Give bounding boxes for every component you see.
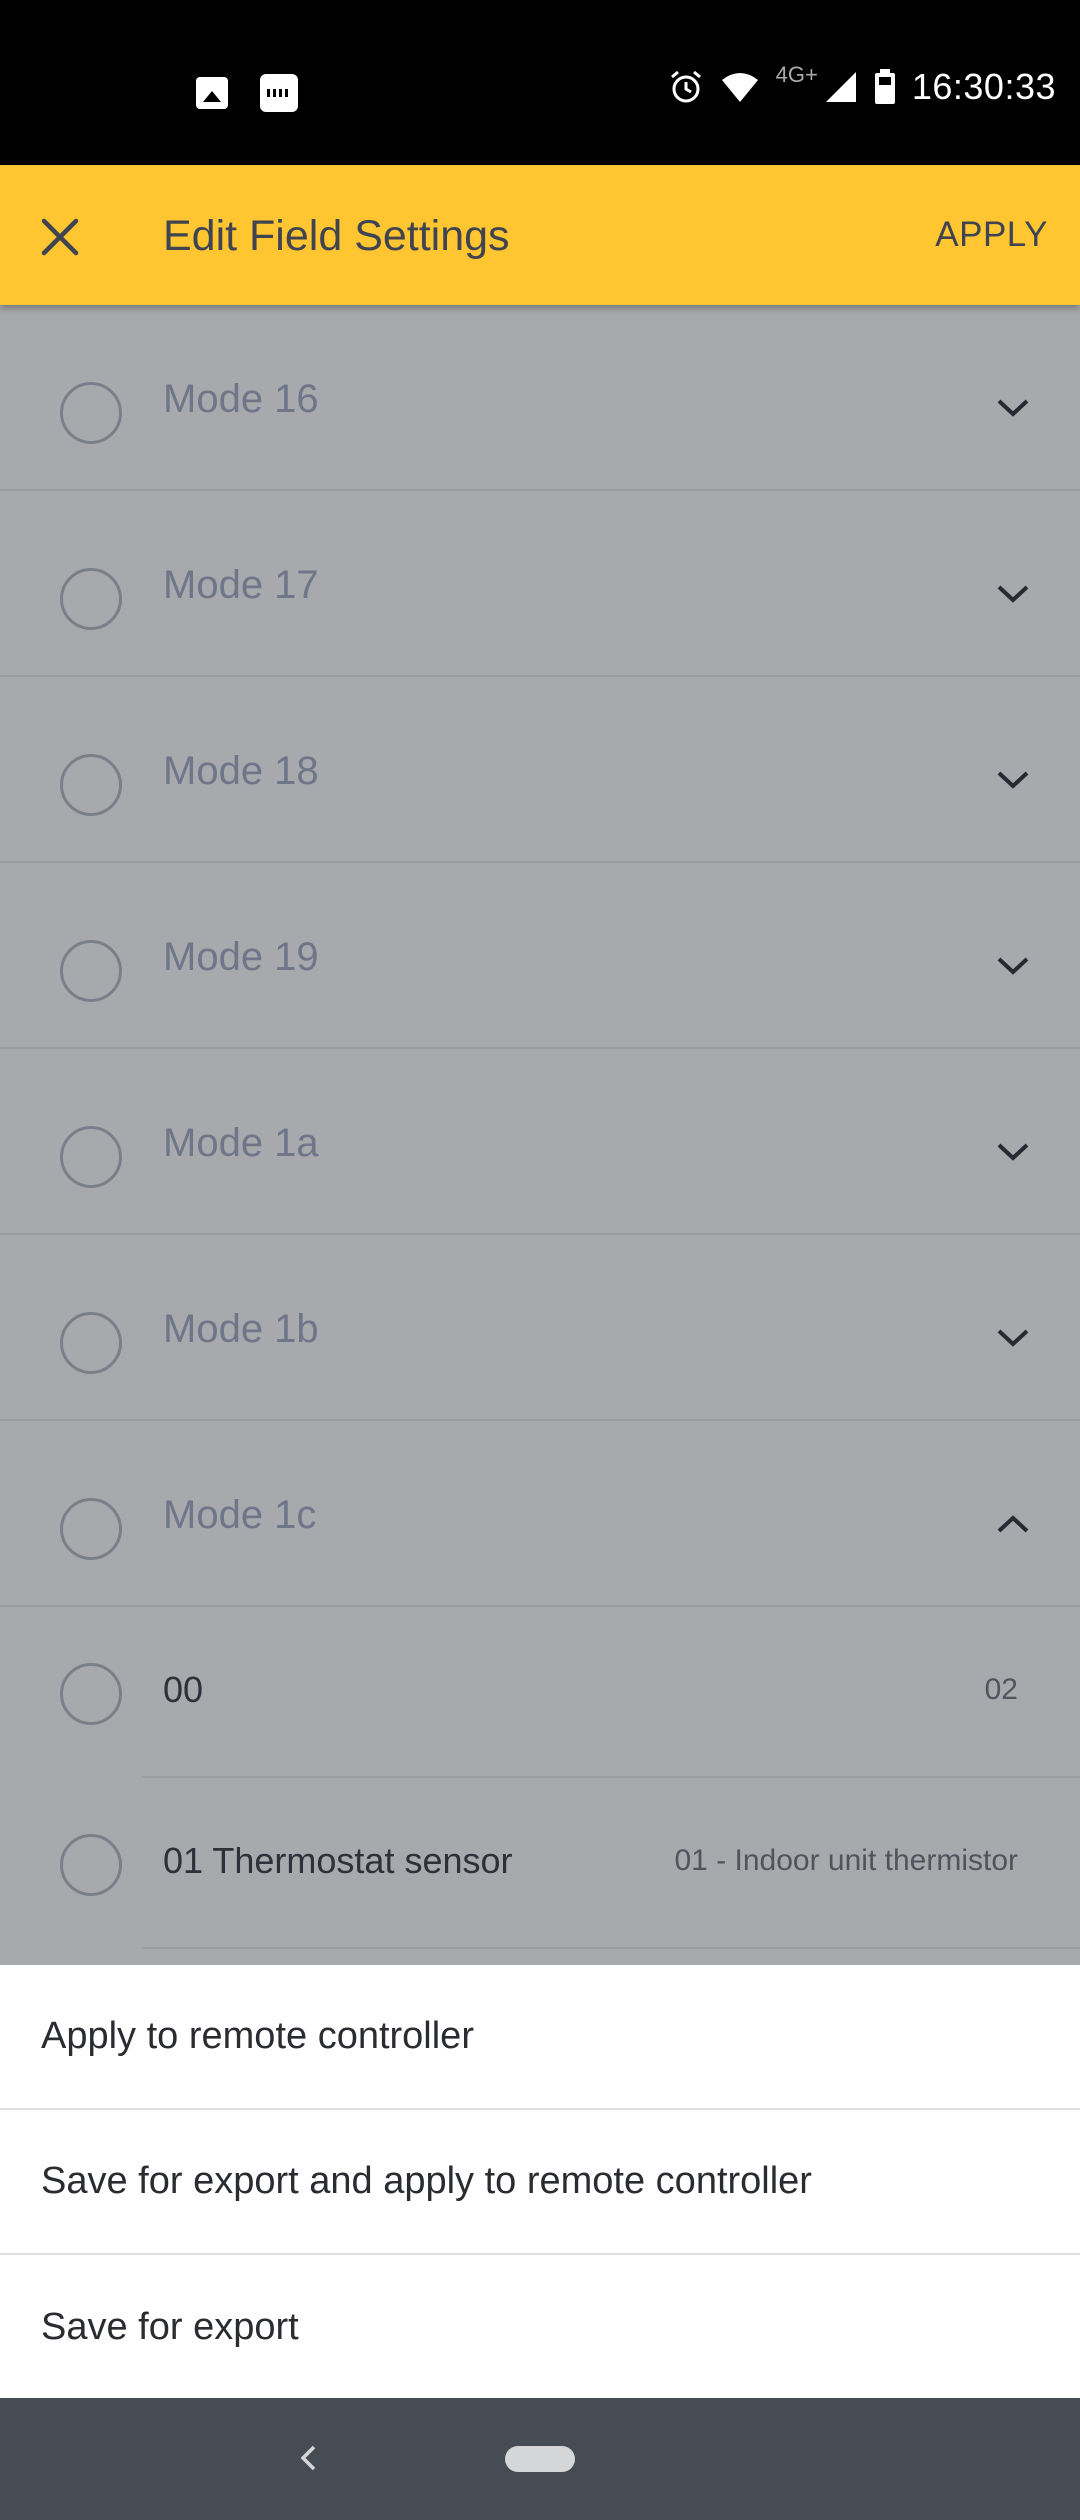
radio-button[interactable] — [60, 1834, 122, 1896]
mode-label: Mode 1a — [163, 1121, 319, 1165]
sub-item-value: 01 - Indoor unit thermistor — [674, 1844, 1019, 1877]
sub-item-row[interactable]: 01 Thermostat sensor 01 - Indoor unit th… — [0, 1778, 1080, 1949]
battery-icon — [874, 69, 895, 104]
save-and-apply-option[interactable]: Save for export and apply to remote cont… — [0, 2110, 1080, 2255]
chevron-down-icon[interactable] — [996, 397, 1030, 419]
mode-label: Mode 1c — [163, 1493, 317, 1537]
wifi-icon — [721, 73, 758, 102]
ifttt-notification-icon — [260, 74, 298, 112]
app-bar: Edit Field Settings APPLY — [0, 165, 1080, 305]
radio-button[interactable] — [60, 382, 122, 444]
image-notification-icon — [196, 77, 228, 109]
chevron-down-icon[interactable] — [996, 955, 1030, 977]
chevron-down-icon[interactable] — [996, 1141, 1030, 1163]
close-button[interactable] — [28, 205, 92, 269]
radio-button[interactable] — [60, 754, 122, 816]
notification-icons — [196, 74, 298, 115]
sub-item-label: 01 Thermostat sensor — [163, 1840, 513, 1881]
radio-button[interactable] — [60, 568, 122, 630]
mode-row-18[interactable]: Mode 18 — [0, 677, 1080, 863]
sub-item-row[interactable]: 00 02 — [0, 1607, 1080, 1778]
page-title: Edit Field Settings — [163, 212, 510, 260]
chevron-down-icon[interactable] — [996, 769, 1030, 791]
bottom-sheet: Apply to remote controller Save for expo… — [0, 1965, 1080, 2398]
mode-row-17[interactable]: Mode 17 — [0, 491, 1080, 677]
divider — [142, 1947, 1080, 1949]
apply-to-remote-controller-option[interactable]: Apply to remote controller — [0, 1965, 1080, 2110]
mode-label: Mode 18 — [163, 749, 319, 793]
radio-button[interactable] — [60, 1126, 122, 1188]
navigation-bar — [0, 2398, 1080, 2520]
mode-row-1b[interactable]: Mode 1b — [0, 1235, 1080, 1421]
apply-button[interactable]: APPLY — [935, 215, 1048, 255]
clock: 16:30:33 — [911, 66, 1056, 107]
close-icon — [41, 218, 79, 256]
radio-button[interactable] — [60, 1312, 122, 1374]
radio-button[interactable] — [60, 1663, 122, 1725]
sub-item-label: 00 — [163, 1669, 204, 1710]
system-icons: 4G+ 16:30:33 — [668, 62, 1056, 108]
radio-button[interactable] — [60, 940, 122, 1002]
radio-button[interactable] — [60, 1498, 122, 1560]
sub-item-value: 02 — [984, 1673, 1018, 1706]
home-pill-button[interactable] — [505, 2446, 575, 2472]
mode-row-1c[interactable]: Mode 1c — [0, 1421, 1080, 1607]
chevron-down-icon[interactable] — [996, 583, 1030, 605]
chevron-up-icon[interactable] — [996, 1513, 1030, 1535]
mode-label: Mode 1b — [163, 1307, 319, 1351]
back-icon[interactable] — [296, 2443, 320, 2473]
save-for-export-option[interactable]: Save for export — [0, 2255, 1080, 2400]
mode-label: Mode 16 — [163, 377, 319, 421]
mode-label: Mode 17 — [163, 563, 319, 607]
mode-row-19[interactable]: Mode 19 — [0, 863, 1080, 1049]
network-type-label: 4G+ — [775, 62, 818, 87]
mode-row-16[interactable]: Mode 16 — [0, 305, 1080, 491]
mode-label: Mode 19 — [163, 935, 319, 979]
alarm-icon — [670, 70, 701, 103]
mode-row-1a[interactable]: Mode 1a — [0, 1049, 1080, 1235]
status-bar: 4G+ 16:30:33 — [0, 0, 1080, 165]
mode-list: Mode 16 Mode 17 Mode 18 Mode 19 Mode 1a … — [0, 305, 1080, 1949]
cell-signal-icon — [825, 72, 856, 102]
chevron-down-icon[interactable] — [996, 1327, 1030, 1349]
